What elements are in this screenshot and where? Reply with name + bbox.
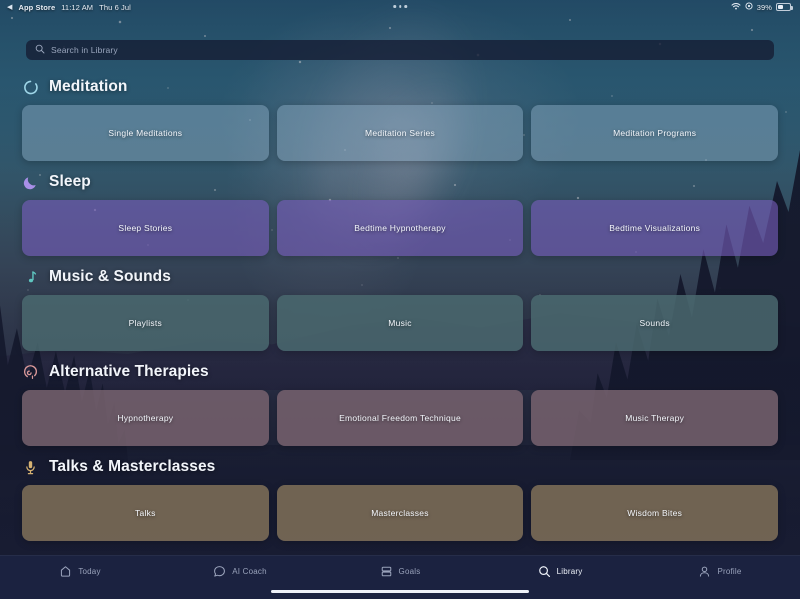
- dynamic-island-dots: [393, 5, 407, 8]
- status-bar-app-name[interactable]: App Store: [18, 3, 55, 12]
- music-note-icon: [22, 269, 39, 286]
- card-label: Hypnotherapy: [117, 413, 174, 423]
- card-label: Emotional Freedom Technique: [339, 413, 461, 423]
- battery-icon: [776, 3, 793, 11]
- card-bedtime-hypnotherapy[interactable]: Bedtime Hypnotherapy: [276, 200, 524, 256]
- search-icon: [538, 565, 551, 578]
- section-header-meditation: Meditation: [0, 66, 800, 105]
- tab-today[interactable]: Today: [0, 565, 160, 578]
- section-title-meditation: Meditation: [49, 78, 128, 95]
- status-bar-date: Thu 6 Jul: [99, 2, 131, 12]
- wifi-icon: [731, 2, 741, 12]
- back-to-app-arrow-icon[interactable]: ◀: [7, 4, 12, 11]
- search-bar[interactable]: Search in Library: [26, 40, 774, 60]
- section-music-and-sounds: Music & Sounds Playlists Music Sounds: [0, 256, 800, 351]
- card-label: Sounds: [639, 318, 670, 328]
- status-bar-time: 11:12 AM: [61, 2, 94, 12]
- chat-bubble-icon: [213, 565, 226, 578]
- section-title-sleep: Sleep: [49, 173, 91, 190]
- stacked-bars-icon: [380, 565, 393, 578]
- card-emotional-freedom-technique[interactable]: Emotional Freedom Technique: [276, 390, 524, 446]
- meditation-circle-icon: [22, 79, 39, 96]
- card-sleep-stories[interactable]: Sleep Stories: [22, 200, 269, 256]
- card-masterclasses[interactable]: Masterclasses: [276, 485, 524, 541]
- card-sounds[interactable]: Sounds: [531, 295, 779, 351]
- crescent-moon-icon: [22, 174, 39, 191]
- control-center-icon: [745, 2, 753, 12]
- tab-goals[interactable]: Goals: [320, 565, 480, 578]
- section-header-talks-and-masterclasses: Talks & Masterclasses: [0, 446, 800, 485]
- card-playlists[interactable]: Playlists: [22, 295, 269, 351]
- card-label: Music: [388, 318, 412, 328]
- card-meditation-programs[interactable]: Meditation Programs: [531, 105, 779, 161]
- tab-label: Profile: [717, 567, 742, 576]
- home-indicator[interactable]: [271, 589, 529, 593]
- battery-percent-label: 39%: [756, 2, 772, 12]
- section-title-music-and-sounds: Music & Sounds: [49, 268, 171, 285]
- status-bar-left: ◀ App Store 11:12 AM Thu 6 Jul: [0, 3, 131, 12]
- home-icon: [59, 565, 72, 578]
- card-talks[interactable]: Talks: [22, 485, 269, 541]
- card-label: Single Meditations: [108, 128, 183, 138]
- section-header-alternative-therapies: Alternative Therapies: [0, 351, 800, 390]
- card-label: Talks: [135, 508, 156, 518]
- section-sleep: Sleep Sleep Stories Bedtime Hypnotherapy…: [0, 161, 800, 256]
- card-row-sleep: Sleep Stories Bedtime Hypnotherapy Bedti…: [0, 200, 800, 256]
- section-meditation: Meditation Single Meditations Meditation…: [0, 66, 800, 161]
- card-label: Wisdom Bites: [627, 508, 683, 518]
- card-label: Masterclasses: [371, 508, 429, 518]
- card-bedtime-visualizations[interactable]: Bedtime Visualizations: [531, 200, 779, 256]
- section-alternative-therapies: Alternative Therapies Hypnotherapy Emoti…: [0, 351, 800, 446]
- bottom-tab-bar: Today AI Coach Goals Library Profile: [0, 555, 800, 599]
- section-header-music-and-sounds: Music & Sounds: [0, 256, 800, 295]
- card-wisdom-bites[interactable]: Wisdom Bites: [531, 485, 779, 541]
- tab-profile[interactable]: Profile: [640, 565, 800, 578]
- card-meditation-series[interactable]: Meditation Series: [276, 105, 524, 161]
- section-title-talks-and-masterclasses: Talks & Masterclasses: [49, 458, 216, 475]
- card-hypnotherapy[interactable]: Hypnotherapy: [22, 390, 269, 446]
- card-row-meditation: Single Meditations Meditation Series Med…: [0, 105, 800, 161]
- tab-library[interactable]: Library: [480, 565, 640, 578]
- card-label: Meditation Series: [365, 128, 435, 138]
- card-music[interactable]: Music: [276, 295, 524, 351]
- card-music-therapy[interactable]: Music Therapy: [531, 390, 779, 446]
- head-profile-icon: [22, 364, 39, 381]
- tab-ai-coach[interactable]: AI Coach: [160, 565, 320, 578]
- tab-label: Library: [556, 567, 583, 576]
- section-talks-and-masterclasses: Talks & Masterclasses Talks Masterclasse…: [0, 446, 800, 541]
- status-bar-right: 39%: [731, 2, 800, 12]
- status-bar: ◀ App Store 11:12 AM Thu 6 Jul 39%: [0, 0, 800, 14]
- microphone-icon: [22, 459, 39, 476]
- card-label: Sleep Stories: [118, 223, 173, 233]
- card-label: Bedtime Visualizations: [609, 223, 701, 233]
- search-input-placeholder[interactable]: Search in Library: [51, 45, 118, 55]
- card-row-music-and-sounds: Playlists Music Sounds: [0, 295, 800, 351]
- card-single-meditations[interactable]: Single Meditations: [22, 105, 269, 161]
- tab-label: Today: [78, 567, 101, 576]
- search-icon: [35, 41, 45, 59]
- card-label: Bedtime Hypnotherapy: [354, 223, 446, 233]
- section-title-alternative-therapies: Alternative Therapies: [49, 363, 209, 380]
- library-sections-scroll-area[interactable]: Meditation Single Meditations Meditation…: [0, 66, 800, 555]
- tab-label: AI Coach: [232, 567, 267, 576]
- section-header-sleep: Sleep: [0, 161, 800, 200]
- card-label: Meditation Programs: [613, 128, 697, 138]
- person-icon: [698, 565, 711, 578]
- card-label: Music Therapy: [625, 413, 685, 423]
- tab-label: Goals: [398, 567, 421, 576]
- card-label: Playlists: [128, 318, 163, 328]
- card-row-alternative-therapies: Hypnotherapy Emotional Freedom Technique…: [0, 390, 800, 446]
- card-row-talks-and-masterclasses: Talks Masterclasses Wisdom Bites: [0, 485, 800, 541]
